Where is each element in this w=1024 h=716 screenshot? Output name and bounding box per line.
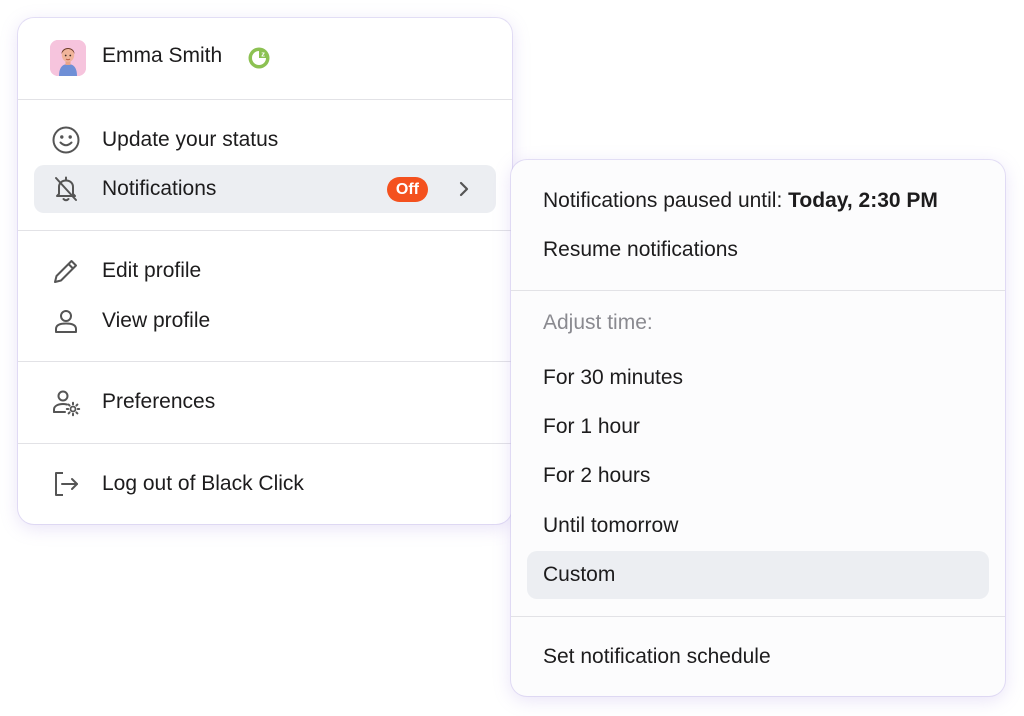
menu-item-update-status[interactable]: Update your status — [34, 116, 496, 164]
paused-prefix: Notifications paused until: — [543, 189, 783, 212]
logout-icon — [55, 472, 78, 496]
person-icon — [55, 310, 77, 333]
divider — [511, 616, 1005, 617]
option-30-minutes[interactable]: For 30 minutes — [527, 354, 989, 402]
user-name: Emma Smith — [102, 44, 223, 67]
divider — [18, 361, 512, 362]
avatar[interactable] — [50, 40, 86, 76]
menu-item-label: Log out of Black Click — [102, 472, 304, 495]
paused-until-text: Notifications paused until: Today, 2:30 … — [543, 189, 938, 213]
user-gear-icon — [53, 390, 81, 417]
svg-text:z: z — [261, 50, 265, 59]
menu-item-label: View profile — [102, 309, 211, 332]
option-label: For 2 hours — [543, 464, 651, 487]
notifications-off-badge: Off — [386, 177, 428, 202]
menu-item-label: Notifications — [102, 177, 217, 200]
menu-item-preferences[interactable]: Preferences — [34, 378, 496, 426]
chevron-right-icon — [459, 181, 469, 197]
paused-until-time: Today, 2:30 PM — [788, 189, 938, 212]
divider — [18, 443, 512, 444]
menu-item-label: Preferences — [102, 390, 216, 413]
notifications-submenu: Notifications paused until: Today, 2:30 … — [511, 160, 1005, 696]
menu-item-edit-profile[interactable]: Edit profile — [34, 247, 496, 295]
resume-notifications-button[interactable]: Resume notifications — [527, 226, 989, 274]
bell-off-icon — [55, 176, 77, 202]
menu-item-view-profile[interactable]: View profile — [34, 297, 496, 345]
pencil-icon — [54, 260, 77, 283]
option-until-tomorrow[interactable]: Until tomorrow — [527, 502, 989, 550]
menu-item-notifications[interactable]: Notifications Off — [34, 165, 496, 213]
menu-item-label: Update your status — [102, 128, 279, 151]
divider — [18, 230, 512, 231]
set-notification-schedule-button[interactable]: Set notification schedule — [527, 633, 989, 681]
option-label: Custom — [543, 563, 616, 586]
option-label: Until tomorrow — [543, 514, 679, 537]
menu-item-label: Edit profile — [102, 259, 202, 282]
menu-item-label: Set notification schedule — [543, 645, 771, 668]
option-custom[interactable]: Custom — [527, 551, 989, 599]
divider — [511, 290, 1005, 291]
smiley-icon — [52, 126, 80, 154]
away-clock-icon: z — [248, 47, 270, 69]
menu-item-logout[interactable]: Log out of Black Click — [34, 460, 496, 508]
divider — [18, 99, 512, 100]
adjust-time-heading: Adjust time: — [543, 311, 653, 334]
option-label: For 1 hour — [543, 415, 640, 438]
option-1-hour[interactable]: For 1 hour — [527, 403, 989, 451]
option-label: For 30 minutes — [543, 366, 684, 389]
option-2-hours[interactable]: For 2 hours — [527, 452, 989, 500]
user-menu: Emma Smith z Update your status Notifica… — [18, 18, 512, 524]
menu-item-label: Resume notifications — [543, 238, 738, 261]
